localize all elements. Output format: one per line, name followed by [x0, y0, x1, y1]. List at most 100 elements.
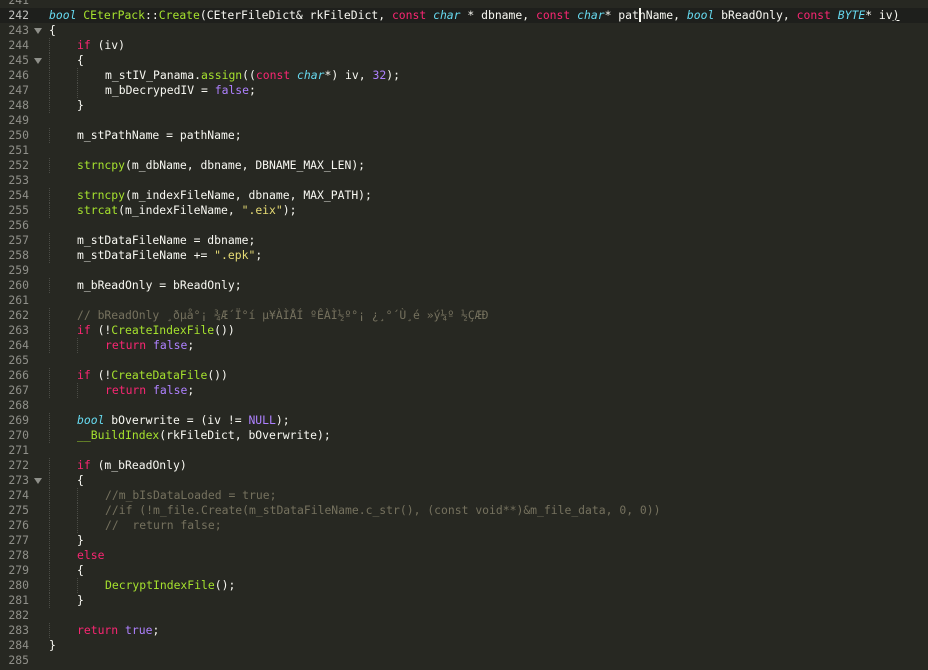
code-line[interactable]: 280 DecryptIndexFile();	[0, 578, 928, 593]
code-text[interactable]: m_stDataFileName += ".epk";	[77, 248, 262, 263]
code-lines[interactable]: 241 242 bool CEterPack::Create(CEterFileDi…	[0, 0, 928, 668]
code-text[interactable]: {	[77, 563, 84, 578]
code-text[interactable]: // return false;	[105, 518, 222, 533]
code-text[interactable]: {	[77, 473, 84, 488]
code-text[interactable]: __BuildIndex(rkFileDict, bOverwrite);	[77, 428, 331, 443]
code-text[interactable]: return false;	[105, 338, 194, 353]
code-line[interactable]: 273 {	[0, 473, 928, 488]
code-text[interactable]: }	[77, 533, 84, 548]
line-number: 269	[8, 413, 29, 427]
code-line[interactable]: 278 else	[0, 548, 928, 563]
code-text[interactable]: if (m_bReadOnly)	[77, 458, 187, 473]
code-token: const	[535, 8, 571, 22]
code-line[interactable]: 247 m_bDecrypedIV = false;	[0, 83, 928, 98]
code-line[interactable]: 255 strcat(m_indexFileName, ".eix");	[0, 203, 928, 218]
code-text[interactable]: {	[77, 53, 84, 68]
code-line[interactable]: 262 // bReadOnly ¸ðµå°¡ ¾Æ´Ï°í µ¥ÀÌÅÍ ºÊÀ…	[0, 308, 928, 323]
code-line[interactable]: 281}	[0, 593, 928, 608]
code-line[interactable]: 257 m_stDataFileName = dbname;	[0, 233, 928, 248]
code-line[interactable]: 251	[0, 143, 928, 158]
code-text[interactable]: if (iv)	[77, 38, 125, 53]
code-line[interactable]: 245 {	[0, 53, 928, 68]
code-text[interactable]: strncpy(m_indexFileName, dbname, MAX_PAT…	[77, 188, 372, 203]
code-text[interactable]: if (!CreateIndexFile())	[77, 323, 235, 338]
code-line[interactable]: 283 return true;	[0, 623, 928, 638]
code-line[interactable]: 253	[0, 173, 928, 188]
code-text[interactable]: return true;	[77, 623, 159, 638]
code-text[interactable]: strncpy(m_dbName, dbname, DBNAME_MAX_LEN…	[77, 158, 365, 173]
code-text[interactable]: }	[77, 593, 84, 608]
fold-triangle-down-icon[interactable]	[34, 53, 42, 68]
code-line[interactable]: 258 m_stDataFileName += ".epk";	[0, 248, 928, 263]
code-text[interactable]: }	[77, 98, 84, 113]
code-token: bOverwrite = (iv !=	[104, 413, 249, 427]
fold-triangle-down-icon[interactable]	[34, 23, 42, 38]
code-text[interactable]: bool bOverwrite = (iv != NULL);	[77, 413, 290, 428]
code-token: false	[153, 383, 188, 397]
code-text[interactable]: bool CEterPack::Create(CEterFileDict& rk…	[49, 8, 900, 23]
code-text[interactable]: m_stIV_Panama.assign((const char*) iv, 3…	[105, 68, 400, 83]
code-line[interactable]: 244 if (iv)	[0, 38, 928, 53]
code-line[interactable]: 276 // return false;	[0, 518, 928, 533]
code-line[interactable]: 246 m_stIV_Panama.assign((const char*) iv…	[0, 68, 928, 83]
code-line[interactable]: 277}	[0, 533, 928, 548]
code-line[interactable]: 250 m_stPathName = pathName;	[0, 128, 928, 143]
code-editor[interactable]: 241 242 bool CEterPack::Create(CEterFileDi…	[0, 0, 928, 670]
code-line[interactable]: 274 //m_bIsDataLoaded = true;	[0, 488, 928, 503]
code-line[interactable]: 267 return false;	[0, 383, 928, 398]
code-line[interactable]: 284}	[0, 638, 928, 653]
code-line[interactable]: 282	[0, 608, 928, 623]
code-text[interactable]: m_bDecrypedIV = false;	[105, 83, 256, 98]
code-token: char	[577, 8, 605, 22]
line-number: 250	[8, 128, 29, 142]
code-line[interactable]: 248}	[0, 98, 928, 113]
code-line[interactable]: 266 if (!CreateDataFile())	[0, 368, 928, 383]
line-number: 262	[8, 308, 29, 322]
line-number: 259	[8, 263, 29, 277]
line-number: 268	[8, 398, 29, 412]
code-line[interactable]: 272 if (m_bReadOnly)	[0, 458, 928, 473]
code-line[interactable]: 249	[0, 113, 928, 128]
code-line[interactable]: 256	[0, 218, 928, 233]
code-text[interactable]: return false;	[105, 383, 194, 398]
code-line[interactable]: 271	[0, 443, 928, 458]
code-line[interactable]: 243 {	[0, 23, 928, 38]
code-line[interactable]: 279 {	[0, 563, 928, 578]
code-token: (m_dbName, dbname, DBNAME_MAX_LEN);	[125, 158, 366, 172]
code-line[interactable]: 254 strncpy(m_indexFileName, dbname, MAX_…	[0, 188, 928, 203]
code-text[interactable]: m_bReadOnly = bReadOnly;	[77, 278, 242, 293]
code-token: ;	[187, 383, 195, 397]
code-line[interactable]: 270 __BuildIndex(rkFileDict, bOverwrite);	[0, 428, 928, 443]
code-line[interactable]: 242 bool CEterPack::Create(CEterFileDict&…	[0, 8, 928, 23]
code-token: (m_indexFileName, dbname, MAX_PATH);	[125, 188, 372, 202]
code-line[interactable]: 241	[0, 0, 928, 8]
code-text[interactable]: // bReadOnly ¸ðµå°¡ ¾Æ´Ï°í µ¥ÀÌÅÍ ºÊÀÌ½º…	[77, 308, 488, 323]
code-text[interactable]: strcat(m_indexFileName, ".eix");	[77, 203, 296, 218]
code-text[interactable]: {	[49, 23, 56, 38]
code-text[interactable]: m_stDataFileName = dbname;	[77, 233, 255, 248]
code-token: }	[77, 533, 84, 547]
line-number: 278	[8, 548, 29, 562]
code-token: );	[275, 413, 290, 427]
code-line[interactable]: 259	[0, 263, 928, 278]
code-line[interactable]: 263 if (!CreateIndexFile())	[0, 323, 928, 338]
code-line[interactable]: 265	[0, 353, 928, 368]
code-text[interactable]: else	[77, 548, 104, 563]
code-text[interactable]: if (!CreateDataFile())	[77, 368, 228, 383]
code-line[interactable]: 269 bool bOverwrite = (iv != NULL);	[0, 413, 928, 428]
code-line[interactable]: 261	[0, 293, 928, 308]
code-line[interactable]: 260 m_bReadOnly = bReadOnly;	[0, 278, 928, 293]
fold-triangle-down-icon[interactable]	[34, 473, 42, 488]
code-line[interactable]: 275 //if (!m_file.Create(m_stDataFileName…	[0, 503, 928, 518]
code-text[interactable]: //if (!m_file.Create(m_stDataFileName.c_…	[105, 503, 660, 518]
code-line[interactable]: 268	[0, 398, 928, 413]
code-text[interactable]: //m_bIsDataLoaded = true;	[105, 488, 276, 503]
code-token: if	[77, 368, 91, 382]
code-text[interactable]: }	[49, 638, 56, 653]
code-line[interactable]: 285	[0, 653, 928, 668]
code-text[interactable]: DecryptIndexFile();	[105, 578, 235, 593]
line-number: 254	[8, 188, 29, 202]
code-line[interactable]: 252 strncpy(m_dbName, dbname, DBNAME_MAX_…	[0, 158, 928, 173]
code-text[interactable]: m_stPathName = pathName;	[77, 128, 242, 143]
code-line[interactable]: 264 return false;	[0, 338, 928, 353]
